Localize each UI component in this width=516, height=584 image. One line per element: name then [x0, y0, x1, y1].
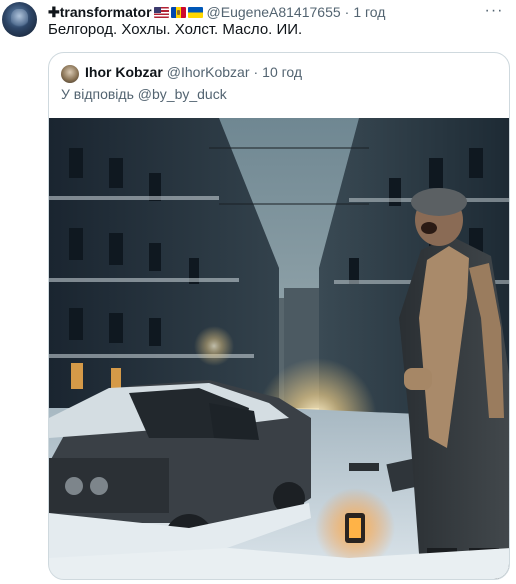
snowy-street-scene	[49, 118, 509, 579]
more-options-icon[interactable]: ···	[480, 0, 508, 22]
tweet-text: Белгород. Хохлы. Холст. Масло. ИИ.	[48, 21, 303, 38]
reply-context: У відповідь @by_by_duck	[61, 86, 227, 102]
author-avatar[interactable]	[2, 2, 37, 37]
separator-dot: ·	[344, 4, 350, 20]
plus-icon: ✚	[48, 3, 60, 20]
author-display-name[interactable]: transformator	[60, 4, 152, 20]
quoted-media-image[interactable]	[49, 118, 509, 579]
us-flag-icon	[153, 6, 169, 18]
quoted-author-avatar[interactable]	[61, 65, 79, 83]
post-time[interactable]: 1 год	[353, 4, 385, 20]
author-handle[interactable]: @EugeneA81417655	[207, 4, 341, 20]
quoted-time[interactable]: 10 год	[262, 64, 302, 80]
quoted-handle[interactable]: @IhorKobzar	[167, 64, 250, 80]
quoted-tweet[interactable]: Ihor Kobzar @IhorKobzar · 10 год У відпо…	[48, 52, 510, 580]
moldova-flag-icon	[170, 6, 186, 18]
ukraine-flag-icon	[187, 6, 203, 18]
tweet-header: ✚ transformator @EugeneA81417655 · 1 год	[48, 2, 385, 22]
quoted-display-name[interactable]: Ihor Kobzar	[85, 64, 163, 80]
quoted-header: Ihor Kobzar @IhorKobzar · 10 год	[85, 64, 302, 80]
reply-prefix: У відповідь	[61, 86, 138, 102]
reply-mention-link[interactable]: @by_by_duck	[138, 86, 227, 102]
tweet: ✚ transformator @EugeneA81417655 · 1 год…	[0, 0, 516, 584]
quoted-separator-dot: ·	[253, 64, 259, 80]
